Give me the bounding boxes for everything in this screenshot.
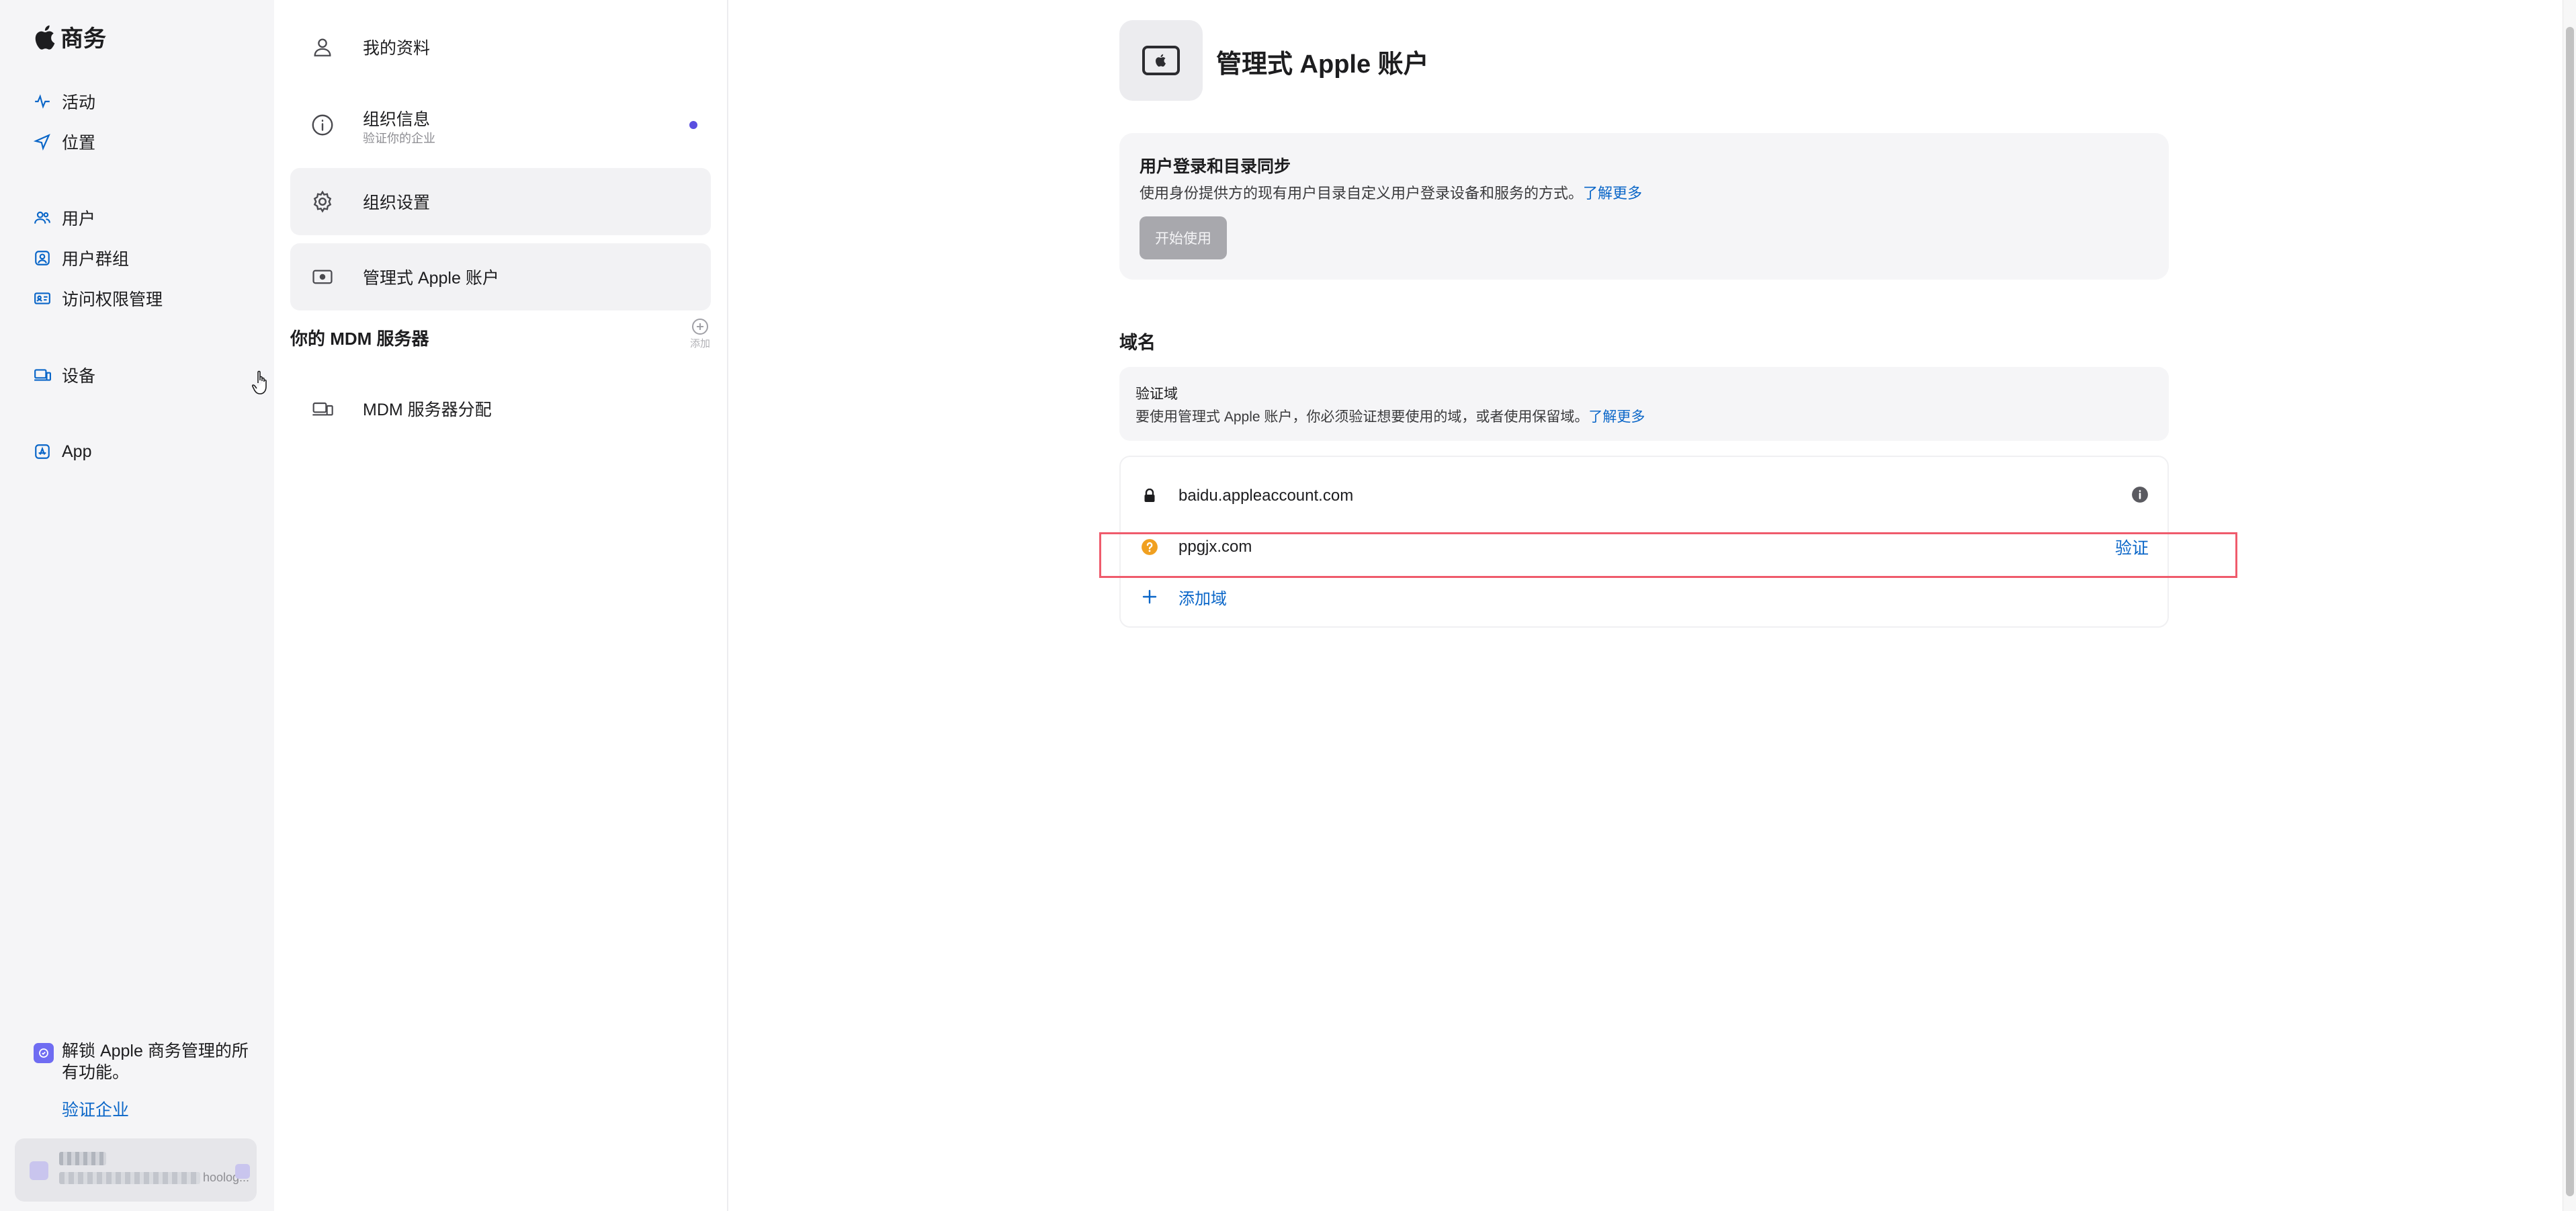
activity-icon	[34, 93, 51, 110]
account-badge-icon	[235, 1164, 250, 1179]
nav-item-users[interactable]: 用户	[34, 204, 95, 231]
settings-item-label: 我的资料	[363, 39, 431, 58]
sso-card-title: 用户登录和目录同步	[1140, 157, 1291, 176]
settings-item-sublabel: 验证你的企业	[363, 132, 435, 145]
vertical-scrollbar[interactable]	[2563, 0, 2576, 1211]
verify-learn-more-link[interactable]: 了解更多	[1588, 409, 1645, 425]
apple-logo-icon	[35, 25, 55, 50]
nav-item-label: 活动	[62, 93, 96, 112]
hand-cursor-icon	[251, 368, 274, 398]
verify-desc-text: 要使用管理式 Apple 账户，你必须验证想要使用的域，或者使用保留域。	[1135, 409, 1589, 425]
nav-item-label: App	[62, 442, 92, 461]
unlock-icon	[34, 1043, 54, 1063]
nav-item-label: 用户	[62, 210, 96, 228]
apple-id-card-icon	[309, 263, 336, 290]
settings-item-mdm-assignment[interactable]: MDM 服务器分配	[290, 375, 711, 442]
info-icon[interactable]	[2131, 486, 2149, 507]
lock-icon	[1141, 487, 1158, 505]
account-switcher[interactable]: hoolog...	[15, 1138, 257, 1202]
settings-item-org-info[interactable]: 组织信息 验证你的企业	[290, 91, 711, 159]
app-store-icon	[34, 443, 51, 460]
domains-heading: 域名	[1119, 333, 1156, 353]
notification-dot	[689, 121, 697, 129]
settings-item-label: 组织设置	[363, 194, 431, 212]
promo-text: 解锁 Apple 商务管理的所有功能。	[62, 1042, 249, 1082]
info-circle-icon	[309, 112, 336, 138]
nav-item-devices[interactable]: 设备	[34, 362, 95, 388]
users-icon	[34, 209, 51, 226]
managed-account-tile	[1119, 20, 1203, 101]
domain-row[interactable]: baidu.appleaccount.com	[1121, 470, 2167, 521]
nav-item-activity[interactable]: 活动	[34, 88, 95, 115]
brand-name: 商务	[60, 26, 106, 52]
devices-icon	[34, 366, 51, 384]
settings-item-label: 管理式 Apple 账户	[363, 269, 499, 288]
main-sidebar: 商务 活动 位置 用户 用户群组 访问权限管理 设备 App 解锁 Apple …	[0, 0, 274, 1211]
verify-domain-notice: 验证域 要使用管理式 Apple 账户，你必须验证想要使用的域，或者使用保留域。…	[1119, 367, 2169, 441]
avatar	[30, 1161, 48, 1180]
sso-card-desc-text: 使用身份提供方的现有用户目录自定义用户登录设备和服务的方式。	[1140, 185, 1584, 202]
settings-item-label: 组织信息	[363, 110, 431, 129]
add-mdm-server-button[interactable]: 添加	[687, 319, 714, 350]
plus-icon	[1141, 588, 1158, 606]
domain-name: baidu.appleaccount.com	[1178, 487, 1354, 505]
get-started-button[interactable]: 开始使用	[1140, 216, 1227, 259]
verify-notice-title: 验证域	[1135, 386, 1178, 402]
account-name-redacted	[59, 1152, 106, 1165]
nav-item-access-management[interactable]: 访问权限管理	[34, 285, 163, 312]
nav-item-label: 位置	[62, 134, 96, 153]
nav-item-app[interactable]: App	[34, 438, 91, 465]
main-content: 管理式 Apple 账户 用户登录和目录同步 使用身份提供方的现有用户目录自定义…	[728, 0, 2563, 1211]
location-arrow-icon	[34, 133, 51, 151]
add-domain-label: 添加域	[1178, 589, 1227, 608]
settings-panel: 我的资料 组织信息 验证你的企业 组织设置 管理式 Apple 账户 你的 MD…	[274, 0, 728, 1211]
sso-directory-sync-card: 用户登录和目录同步 使用身份提供方的现有用户目录自定义用户登录设备和服务的方式。…	[1119, 133, 2169, 280]
nav-item-location[interactable]: 位置	[34, 128, 95, 155]
id-card-icon	[34, 290, 51, 307]
gear-icon	[309, 188, 336, 215]
settings-item-my-profile[interactable]: 我的资料	[290, 13, 711, 81]
account-org-redacted	[59, 1172, 200, 1184]
settings-item-org-settings[interactable]: 组织设置	[290, 168, 711, 235]
settings-item-managed-apple-accounts[interactable]: 管理式 Apple 账户	[290, 243, 711, 310]
person-icon	[309, 34, 336, 60]
scrollbar-thumb[interactable]	[2566, 27, 2574, 1196]
nav-item-label: 设备	[62, 367, 96, 386]
add-mdm-label: 添加	[689, 338, 710, 349]
apple-id-card-icon	[1142, 46, 1180, 75]
add-domain-button[interactable]: 添加域	[1121, 571, 2167, 622]
nav-item-label: 用户群组	[62, 250, 130, 269]
verify-notice-description: 要使用管理式 Apple 账户，你必须验证想要使用的域，或者使用保留域。了解更多	[1135, 406, 1645, 426]
user-group-icon	[34, 249, 51, 267]
sso-learn-more-link[interactable]: 了解更多	[1583, 185, 1642, 202]
mdm-section-title: 你的 MDM 服务器	[290, 329, 429, 349]
settings-item-label: MDM 服务器分配	[363, 401, 492, 419]
plus-circle-icon	[692, 319, 708, 335]
brand[interactable]: 商务	[34, 20, 106, 53]
mdm-server-icon	[309, 395, 336, 422]
nav-item-label: 访问权限管理	[62, 290, 163, 309]
nav-item-user-groups[interactable]: 用户群组	[34, 245, 129, 272]
highlight-box	[1099, 532, 2237, 578]
verify-business-link[interactable]: 验证企业	[62, 1097, 129, 1121]
sso-card-description: 使用身份提供方的现有用户目录自定义用户登录设备和服务的方式。了解更多	[1140, 181, 1642, 203]
page-title: 管理式 Apple 账户	[1216, 50, 1429, 79]
